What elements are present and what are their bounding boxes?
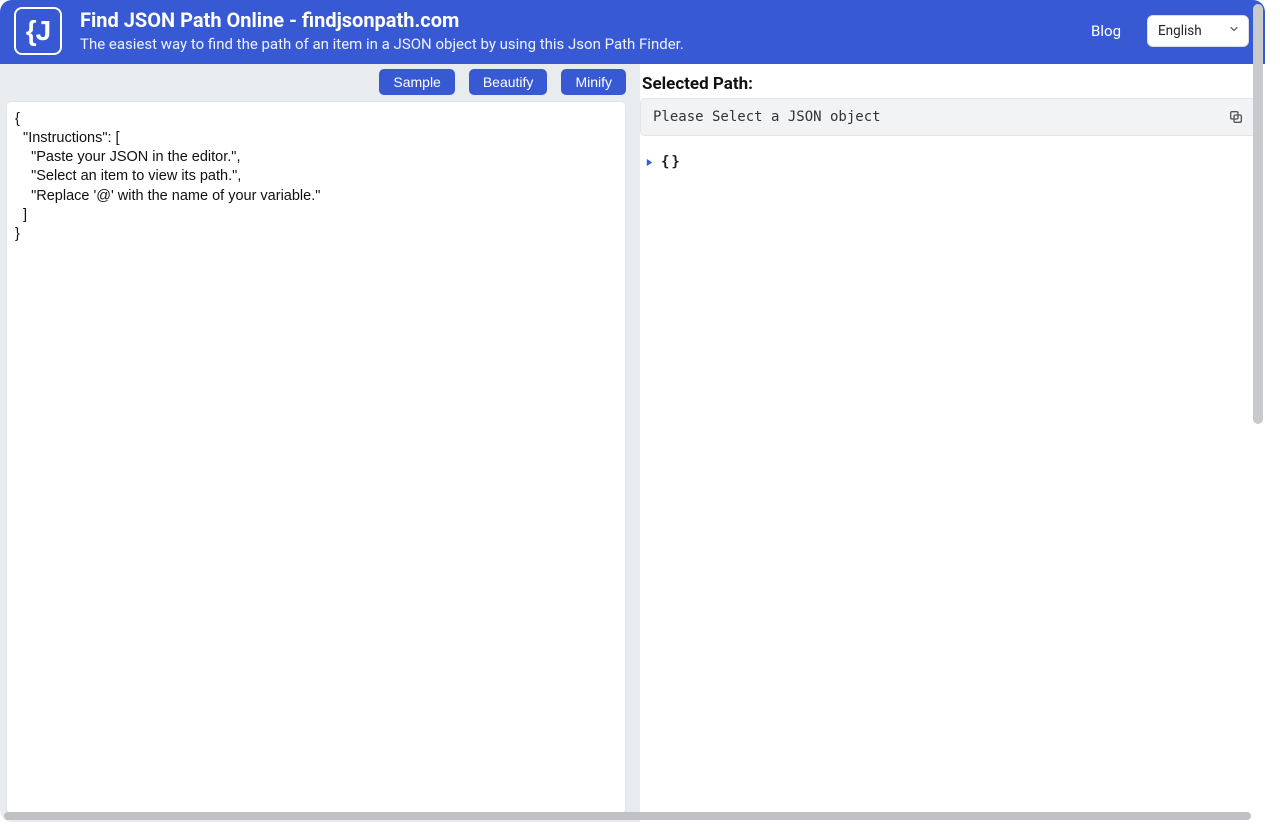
app-header: {J Find JSON Path Online - findjsonpath.… [0,0,1265,64]
horizontal-scrollbar[interactable] [4,812,1251,820]
minify-button[interactable]: Minify [561,69,626,95]
beautify-button[interactable]: Beautify [469,69,548,95]
language-selected-value: English [1158,23,1202,39]
json-tree: {} [640,154,1257,170]
selected-path-label: Selected Path: [642,74,1257,94]
editor-column: Sample Beautify Minify { "Instructions":… [0,64,626,822]
header-titles: Find JSON Path Online - findjsonpath.com… [80,8,1091,55]
tree-root-node[interactable]: {} [661,154,682,170]
chevron-down-icon [1228,23,1240,39]
header-right: Blog English [1091,15,1249,47]
result-column: Selected Path: Please Select a JSON obje… [640,64,1265,822]
sample-button[interactable]: Sample [379,69,454,95]
page-title: Find JSON Path Online - findjsonpath.com [80,8,1091,32]
language-select[interactable]: English [1147,15,1249,47]
app-window: {J Find JSON Path Online - findjsonpath.… [0,0,1265,822]
selected-path-box: Please Select a JSON object [640,98,1257,136]
blog-link[interactable]: Blog [1091,22,1121,40]
json-logo-icon: {J [14,7,62,55]
page-subtitle: The easiest way to find the path of an i… [80,34,1091,55]
vertical-scrollbar[interactable] [1253,4,1263,424]
caret-right-icon[interactable] [644,157,655,168]
main-content: Sample Beautify Minify { "Instructions":… [0,64,1265,822]
logo-text: {J [26,15,50,47]
selected-path-value: Please Select a JSON object [653,109,881,125]
editor-toolbar: Sample Beautify Minify [6,69,626,101]
copy-icon[interactable] [1228,109,1244,125]
json-editor[interactable]: { "Instructions": [ "Paste your JSON in … [6,101,626,814]
